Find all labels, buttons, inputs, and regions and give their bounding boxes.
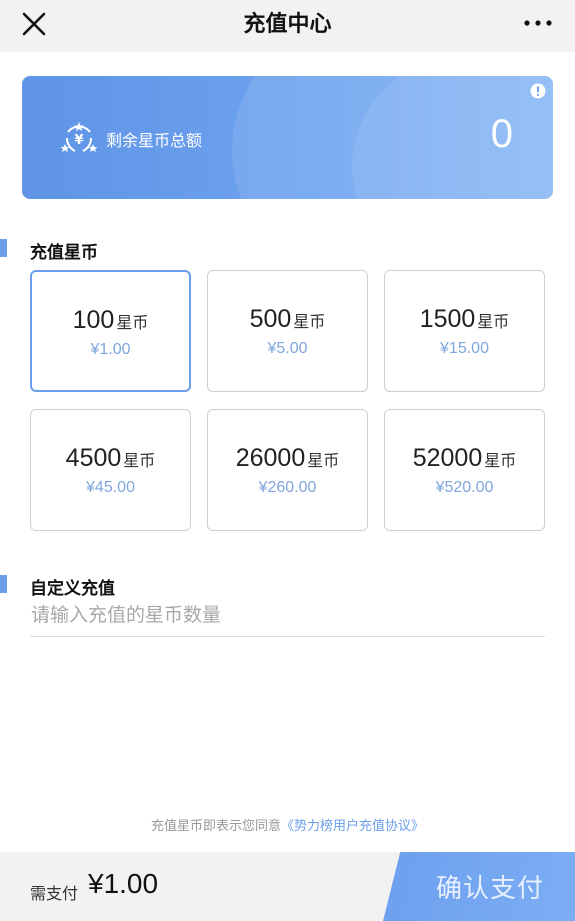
option-amount: 52000 (412, 444, 483, 472)
recharge-option-100[interactable]: 100 星币 ¥1.00 (30, 270, 191, 392)
balance-card: ¥ 剩余星币总额 0 (22, 76, 553, 199)
payment-bar: 需支付 ¥1.00 确认支付 (0, 852, 575, 921)
option-price: ¥520.00 (435, 479, 494, 496)
option-amount: 100 (72, 306, 115, 334)
option-amount: 500 (249, 305, 292, 333)
option-amount: 4500 (65, 444, 122, 472)
star-coin-icon: ¥ (60, 122, 98, 152)
option-unit: 星币 (477, 312, 510, 331)
recharge-option-1500[interactable]: 1500 星币 ¥15.00 (384, 270, 545, 392)
agreement-notice: 充值星币即表示您同意《势力榜用户充值协议》 (0, 815, 575, 834)
balance-label: 剩余星币总额 (106, 131, 203, 150)
info-icon[interactable] (530, 83, 546, 99)
option-unit: 星币 (484, 451, 517, 470)
option-price: ¥5.00 (267, 340, 308, 357)
recharge-option-52000[interactable]: 52000 星币 ¥520.00 (384, 409, 545, 531)
option-unit: 星币 (293, 312, 326, 331)
recharge-section-header: 充值星币 (0, 239, 300, 263)
page-title: 充值中心 (243, 12, 332, 37)
agreement-link[interactable]: 《势力榜用户充值协议》 (281, 819, 424, 834)
section-title: 自定义充值 (30, 579, 115, 599)
agreement-text: 充值星币即表示您同意 (150, 819, 281, 834)
svg-text:¥: ¥ (74, 133, 83, 148)
option-unit: 星币 (116, 313, 149, 332)
total-amount: ¥1.00 (88, 868, 159, 899)
card-decoration (352, 76, 553, 199)
section-marker (0, 575, 7, 593)
option-price: ¥45.00 (86, 479, 135, 496)
section-title: 充值星币 (30, 243, 98, 263)
recharge-option-500[interactable]: 500 星币 ¥5.00 (207, 270, 368, 392)
balance-value: 0 (490, 112, 513, 156)
top-bar: 充值中心 (0, 0, 575, 52)
option-price: ¥1.00 (90, 341, 131, 358)
option-amount: 26000 (235, 444, 306, 472)
recharge-option-4500[interactable]: 4500 星币 ¥45.00 (30, 409, 191, 531)
need-pay-label: 需支付 (30, 884, 79, 903)
option-amount: 1500 (419, 305, 476, 333)
option-price: ¥15.00 (440, 340, 489, 357)
recharge-option-26000[interactable]: 26000 星币 ¥260.00 (207, 409, 368, 531)
option-unit: 星币 (307, 451, 340, 470)
more-options-icon[interactable] (517, 8, 561, 42)
custom-section-header: 自定义充值 (0, 575, 300, 599)
section-marker (0, 239, 7, 257)
option-price: ¥260.00 (258, 479, 317, 496)
confirm-pay-button[interactable] (383, 852, 575, 921)
custom-amount-input[interactable] (30, 601, 545, 637)
option-unit: 星币 (123, 451, 156, 470)
